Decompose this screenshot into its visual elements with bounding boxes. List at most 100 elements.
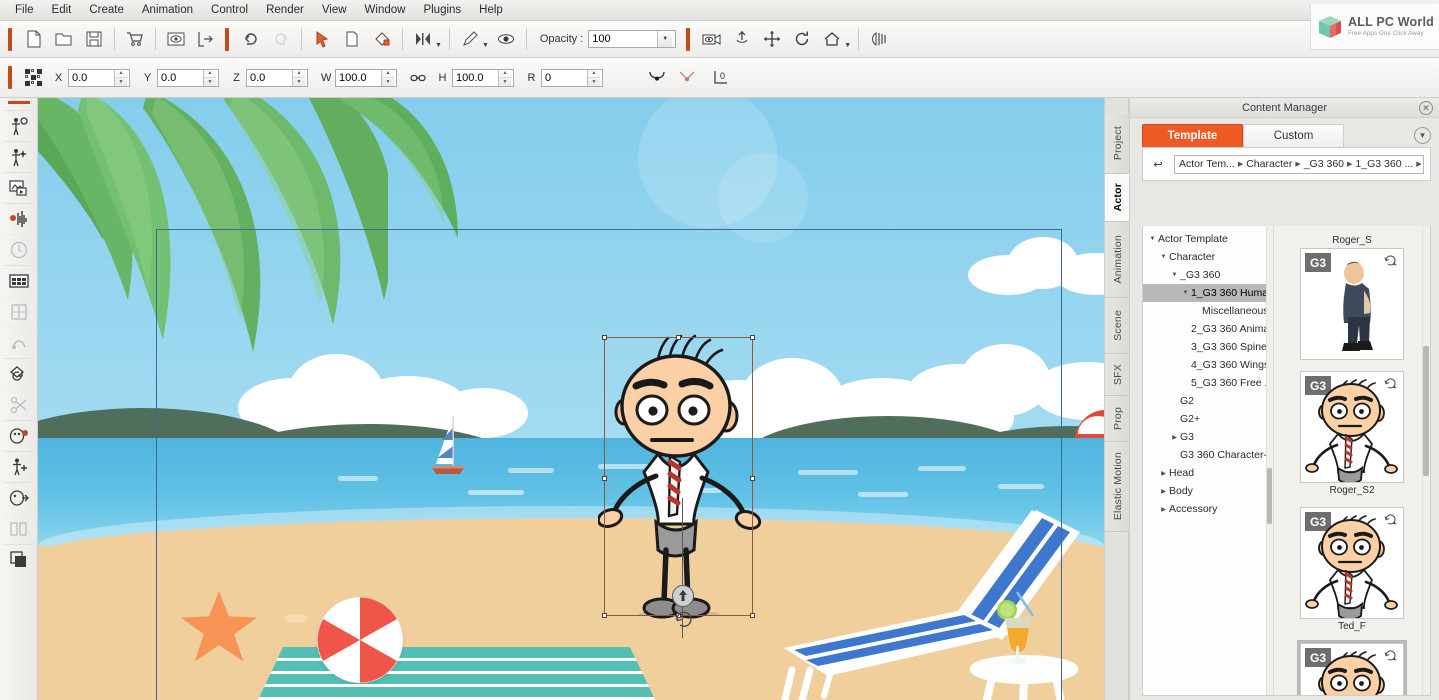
menu-create[interactable]: Create xyxy=(80,2,133,18)
thumbnail-image[interactable]: G3 xyxy=(1300,643,1404,695)
baseline-zero-icon[interactable]: 0 xyxy=(702,63,738,93)
onion-skin-icon[interactable] xyxy=(864,24,894,54)
chevron-down-icon[interactable]: ▼ xyxy=(1147,236,1158,242)
transform-input-w[interactable] xyxy=(336,69,381,86)
dock-tab-animation[interactable]: Animation xyxy=(1105,222,1130,298)
transform-input-wrap-r[interactable]: ▲▼ xyxy=(541,68,603,87)
thumbnail-image[interactable]: G3 xyxy=(1300,371,1404,483)
spinner-down-icon[interactable]: ▼ xyxy=(115,78,127,86)
selection-handle[interactable] xyxy=(602,335,607,340)
camera-icon[interactable] xyxy=(697,24,727,54)
dock-tab-actor[interactable]: Actor xyxy=(1105,174,1130,222)
thumbnail-item[interactable]: G3 Roger_S2 xyxy=(1297,368,1407,498)
tree-node[interactable]: 2_G3 360 Animals xyxy=(1143,320,1273,338)
tree-node[interactable]: ▶ G3 xyxy=(1143,428,1273,446)
transform-input-y[interactable] xyxy=(158,69,203,86)
tree-node[interactable]: ▼ _G3 360 xyxy=(1143,266,1273,284)
menu-view[interactable]: View xyxy=(313,2,356,18)
opacity-input[interactable] xyxy=(589,31,658,47)
spinner-down-icon[interactable]: ▼ xyxy=(382,78,394,86)
selection-handle[interactable] xyxy=(750,335,755,340)
pin-icon[interactable] xyxy=(727,24,757,54)
transform-input-wrap-h[interactable]: ▲▼ xyxy=(452,68,514,87)
tree-node[interactable]: 5_G3 360 Free ... xyxy=(1143,374,1273,392)
image-layer-icon[interactable] xyxy=(3,172,34,203)
body-puppet-icon[interactable] xyxy=(3,451,34,482)
dock-tab-project[interactable]: Project xyxy=(1105,114,1130,174)
export-icon[interactable] xyxy=(191,24,221,54)
spinner-arrows-y[interactable]: ▲ ▼ xyxy=(203,69,216,86)
brush-icon[interactable] xyxy=(455,24,485,54)
smooth-curve-icon[interactable] xyxy=(642,63,672,93)
undo-icon[interactable] xyxy=(236,24,266,54)
spinner-arrows-r[interactable]: ▲ ▼ xyxy=(587,69,600,86)
spinner-down-icon[interactable]: ▼ xyxy=(204,78,216,86)
transform-input-x[interactable] xyxy=(69,69,114,86)
spinner-down-icon[interactable]: ▼ xyxy=(293,78,305,86)
clone-tool-icon[interactable] xyxy=(337,24,367,54)
save-project-icon[interactable] xyxy=(79,24,109,54)
tree-node[interactable]: ▼ 1_G3 360 Human xyxy=(1143,284,1273,302)
thumbnail-item[interactable]: G3 Ted_F xyxy=(1297,504,1407,634)
head-turn-icon[interactable] xyxy=(3,482,34,513)
transform-input-r[interactable] xyxy=(542,69,587,86)
transform-input-h[interactable] xyxy=(453,69,498,86)
duplicate-layer-icon[interactable] xyxy=(3,544,34,575)
thumbnail-image[interactable]: G3 xyxy=(1300,248,1404,360)
tree-node[interactable]: 4_G3 360 Wings xyxy=(1143,356,1273,374)
tree-node[interactable]: G2+ xyxy=(1143,410,1273,428)
transform-input-wrap-y[interactable]: ▲▼ xyxy=(157,68,219,87)
spinner-up-icon[interactable]: ▲ xyxy=(204,70,216,78)
chevron-right-icon[interactable]: ▶ xyxy=(1158,506,1169,513)
thumbnail-image[interactable]: G3 xyxy=(1300,507,1404,619)
selection-handle[interactable] xyxy=(676,335,681,340)
thumbnail-grid[interactable]: Roger_SG3G3Roger_S2G3Ted_FG3Ted_SG3Ted_S… xyxy=(1274,226,1430,695)
spinner-up-icon[interactable]: ▲ xyxy=(588,70,600,78)
selection-handle[interactable] xyxy=(750,613,755,618)
flip-dropdown-caret-icon[interactable]: ▼ xyxy=(435,42,442,49)
spinner-up-icon[interactable]: ▲ xyxy=(293,70,305,78)
menu-control[interactable]: Control xyxy=(202,2,257,18)
menu-plugins[interactable]: Plugins xyxy=(414,2,470,18)
breadcrumb-item[interactable]: _G3 360 xyxy=(1304,158,1344,170)
dock-tab-sfx[interactable]: SFX xyxy=(1105,354,1130,396)
dock-tab-elastic-motion[interactable]: Elastic Motion xyxy=(1105,442,1130,532)
chevron-right-icon[interactable]: ▶ xyxy=(1169,434,1180,441)
chevron-right-icon[interactable]: ▶ xyxy=(1158,488,1169,495)
breadcrumb-item[interactable]: Actor Tem... xyxy=(1179,158,1235,170)
tab-template[interactable]: Template xyxy=(1142,124,1243,147)
selection-bounding-box[interactable] xyxy=(602,335,755,618)
back-icon[interactable]: ↩ xyxy=(1149,156,1167,172)
transform-input-wrap-z[interactable]: ▲▼ xyxy=(246,68,308,87)
tree-node[interactable]: ▶ Head xyxy=(1143,464,1273,482)
thumbnail-scrollbar-thumb[interactable] xyxy=(1423,346,1429,476)
category-tree[interactable]: ▼ Actor Template ▼ Character ▼ _G3 360 ▼ 1_G3 3… xyxy=(1143,226,1274,695)
layer-order-icon[interactable] xyxy=(3,358,34,389)
tree-scrollbar[interactable] xyxy=(1266,226,1273,695)
paint-bucket-icon[interactable] xyxy=(367,24,397,54)
pivot-handle[interactable] xyxy=(672,585,694,607)
thumbnail-item[interactable]: Roger_S G3 xyxy=(1297,232,1407,362)
chevron-down-icon[interactable]: ▼ xyxy=(1414,127,1431,144)
close-icon[interactable]: ✕ xyxy=(1419,101,1433,115)
thumbnail-scrollbar[interactable] xyxy=(1422,226,1430,695)
sprite-editor-icon[interactable] xyxy=(3,265,34,296)
opacity-input-wrap[interactable]: ▼ xyxy=(588,30,677,48)
thumbnail-item[interactable]: G3Ted_S xyxy=(1297,640,1407,695)
breadcrumb[interactable]: Actor Tem... ▶ Character ▶ _G3 360 ▶ 1_G3 360 … xyxy=(1174,154,1424,174)
transform-input-wrap-x[interactable]: ▲▼ xyxy=(68,68,130,87)
eye-icon[interactable] xyxy=(491,24,521,54)
selection-handle[interactable] xyxy=(602,613,607,618)
breadcrumb-item[interactable]: Character xyxy=(1246,158,1292,170)
home-icon[interactable] xyxy=(817,24,847,54)
tree-node[interactable]: 3_G3 360 Spine xyxy=(1143,338,1273,356)
tree-node[interactable]: G2 xyxy=(1143,392,1273,410)
chevron-down-icon[interactable]: ▼ xyxy=(1158,254,1169,260)
new-project-icon[interactable] xyxy=(19,24,49,54)
spinner-up-icon[interactable]: ▲ xyxy=(499,70,511,78)
preview-icon[interactable] xyxy=(161,24,191,54)
tree-node[interactable]: G3 360 Character-... xyxy=(1143,446,1273,464)
spinner-arrows-h[interactable]: ▲ ▼ xyxy=(498,69,511,86)
tree-node[interactable]: ▼ Actor Template xyxy=(1143,230,1273,248)
scene-viewport[interactable] xyxy=(38,98,1104,700)
